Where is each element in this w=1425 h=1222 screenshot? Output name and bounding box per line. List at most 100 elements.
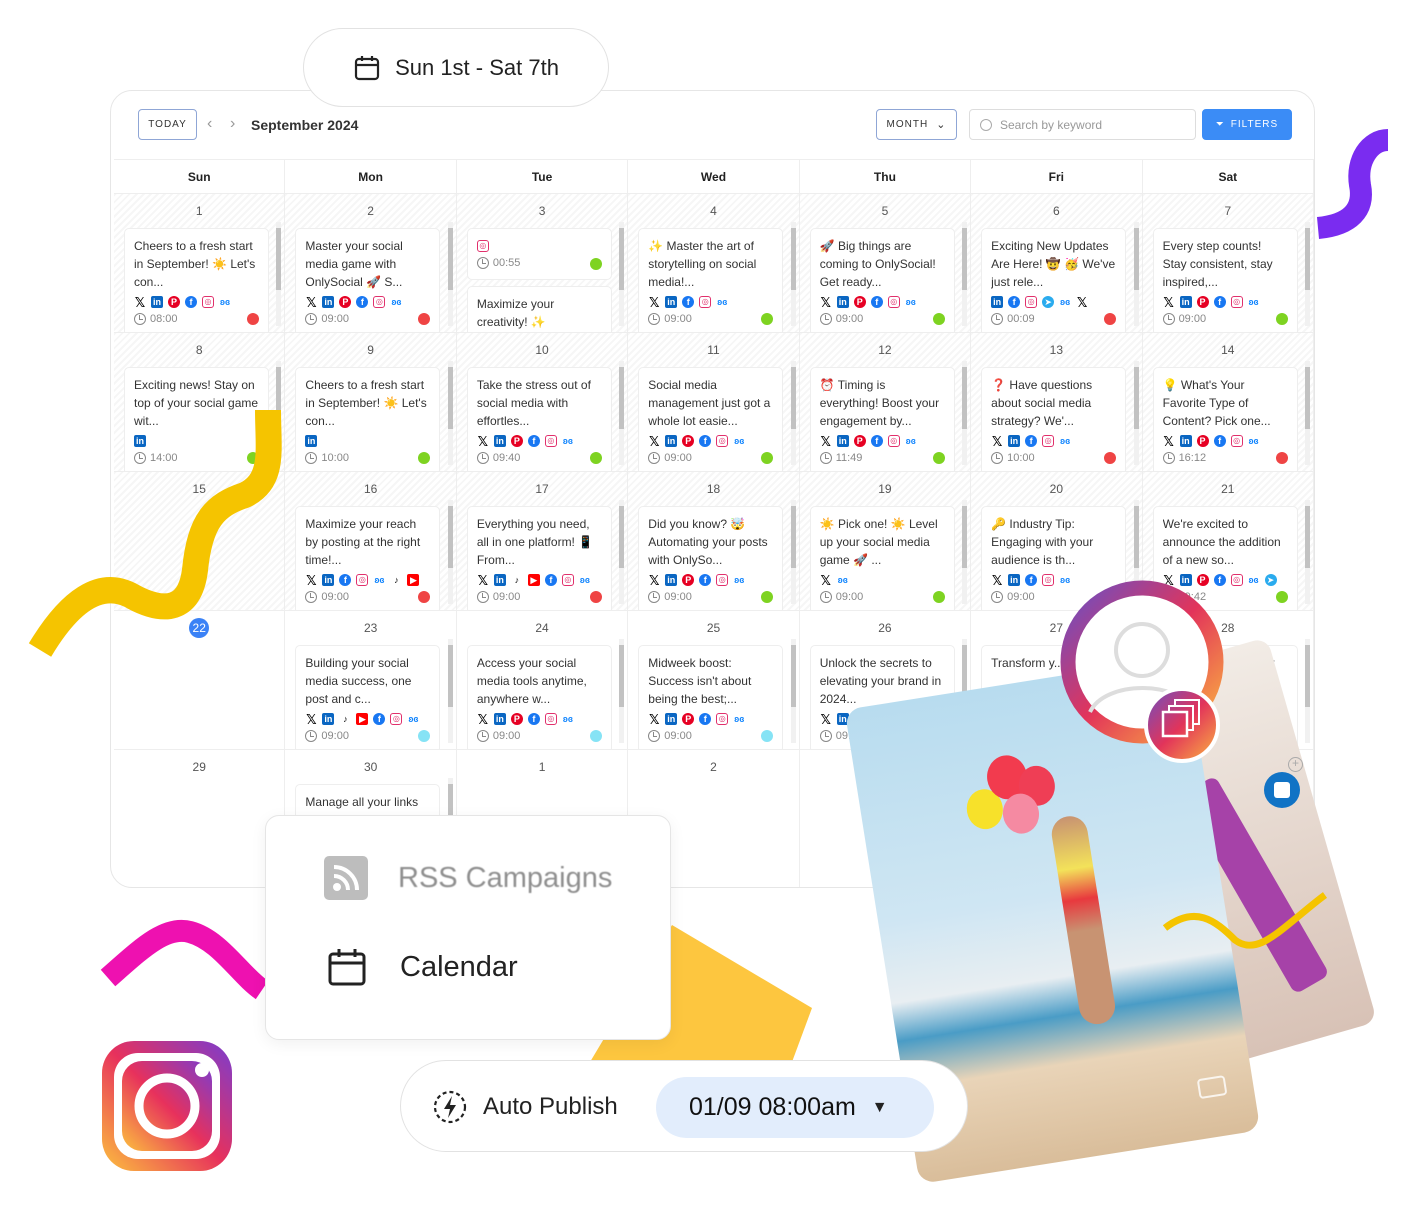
cell-scrollbar[interactable] <box>619 222 625 326</box>
x-icon: 𝕏 <box>820 294 831 310</box>
day-cell[interactable]: 12 ⏰ Timing is everything! Boost your eng… <box>799 333 972 472</box>
linkedin-icon: in <box>1179 574 1192 586</box>
day-cell[interactable]: 21 We're excited to announce the addition… <box>1142 472 1314 611</box>
youtube-icon: ▶ <box>527 574 540 586</box>
purple-squiggle <box>1316 129 1390 239</box>
day-cell[interactable]: 14 💡 What's Your Favorite Type of Content… <box>1142 333 1314 472</box>
post-card[interactable]: ☀️ Pick one! ☀️ Level up your social med… <box>809 506 955 610</box>
clock-icon <box>476 257 489 269</box>
cell-scrollbar[interactable] <box>1133 361 1139 465</box>
post-card[interactable]: Master your social media game with OnlyS… <box>295 228 441 332</box>
post-card[interactable]: Building your social media success, one … <box>295 645 441 749</box>
day-cell[interactable]: 1 Cheers to a fresh start in September! ☀… <box>114 194 286 333</box>
post-card[interactable]: Midweek boost: Success isn't about being… <box>638 645 784 749</box>
day-cell[interactable]: 29 <box>114 750 286 887</box>
cell-scrollbar[interactable] <box>447 361 453 465</box>
day-cell[interactable]: 9 Cheers to a fresh start in September! ☀… <box>285 333 457 472</box>
menu-item-calendar[interactable]: Calendar <box>328 948 518 986</box>
day-number: 22 <box>189 618 210 638</box>
view-select[interactable]: MONTH ⌄ <box>876 109 957 140</box>
day-cell[interactable]: 22 <box>114 611 286 750</box>
day-cell[interactable]: 25 Midweek boost: Success isn't about bei… <box>628 611 800 750</box>
telegram-icon: ➤ <box>1042 296 1055 308</box>
post-card[interactable]: ❓ Have questions about social media stra… <box>981 367 1127 471</box>
cell-scrollbar[interactable] <box>276 222 282 326</box>
cell-scrollbar[interactable] <box>276 361 282 465</box>
cell-scrollbar[interactable] <box>619 361 625 465</box>
post-card[interactable]: Everything you need, all in one platform… <box>466 506 612 610</box>
day-number: 2 <box>367 204 374 218</box>
cell-scrollbar[interactable] <box>790 639 796 743</box>
filters-button[interactable]: ⏷ FILTERS <box>1202 109 1292 140</box>
post-card[interactable]: Access your social media tools anytime, … <box>466 645 612 749</box>
post-card[interactable]: Exciting news! Stay on top of your socia… <box>124 367 269 471</box>
day-number: 23 <box>363 621 378 635</box>
day-cell[interactable]: 7 Every step counts! Stay consistent, sta… <box>1142 194 1314 333</box>
cell-scrollbar[interactable] <box>1133 222 1139 326</box>
cell-scrollbar[interactable] <box>619 500 625 604</box>
day-cell[interactable]: 16 Maximize your reach by posting at the … <box>285 472 457 611</box>
linkedin-icon: in <box>305 435 318 447</box>
menu-item-rss-campaigns[interactable]: RSS Campaigns <box>324 856 612 900</box>
day-cell[interactable]: 11 Social media management just got a who… <box>628 333 800 472</box>
post-card[interactable]: Every step counts! Stay consistent, stay… <box>1152 228 1298 332</box>
day-cell[interactable]: 2 Master your social media game with Only… <box>285 194 457 333</box>
today-button[interactable]: TODAY <box>138 109 197 140</box>
weekday-fri: Fri <box>971 160 1143 193</box>
cell-scrollbar[interactable] <box>1305 500 1310 604</box>
post-card[interactable]: ⏰ Timing is everything! Boost your engag… <box>809 367 955 471</box>
post-card[interactable]: Social media management just got a whole… <box>638 367 784 471</box>
search-input[interactable]: Search by keyword <box>969 109 1196 140</box>
chat-button[interactable] <box>1264 772 1300 808</box>
cell-scrollbar[interactable] <box>790 222 796 326</box>
day-cell[interactable]: 15 <box>114 472 286 611</box>
day-cell[interactable]: 13 ❓ Have questions about social media st… <box>971 333 1143 472</box>
post-card[interactable]: ◎ 00:55 <box>466 228 612 280</box>
post-card[interactable]: ✨ Master the art of storytelling on soci… <box>638 228 784 332</box>
prev-month-icon[interactable]: ‹ <box>207 115 212 133</box>
post-card[interactable]: Take the stress out of social media with… <box>466 367 612 471</box>
datetime-select[interactable]: 01/09 08:00am ▼ <box>656 1077 934 1138</box>
cell-scrollbar[interactable] <box>447 222 453 326</box>
day-cell[interactable]: 10 Take the stress out of social media wi… <box>456 333 629 472</box>
instagram-icon: ◎ <box>887 296 900 308</box>
cell-scrollbar[interactable] <box>447 500 453 604</box>
post-card[interactable]: Maximize your creativity! ✨ <box>466 286 612 332</box>
post-card[interactable]: We're excited to announce the addition o… <box>1152 506 1298 610</box>
cell-scrollbar[interactable] <box>790 500 796 604</box>
post-card[interactable]: Exciting New Updates Are Here! 🤠 🥳 We've… <box>981 228 1127 332</box>
cell-scrollbar[interactable] <box>1133 500 1139 604</box>
day-cell[interactable]: 8 Exciting news! Stay on top of your soci… <box>114 333 286 472</box>
day-cell[interactable]: 18 Did you know? 🤯 Automating your posts … <box>628 472 800 611</box>
day-cell[interactable]: 20 🔑 Industry Tip: Engaging with your aud… <box>971 472 1143 611</box>
post-card[interactable]: Maximize your reach by posting at the ri… <box>295 506 441 610</box>
post-card[interactable]: 🚀 Big things are coming to OnlySocial! G… <box>809 228 955 332</box>
cell-scrollbar[interactable] <box>962 500 968 604</box>
next-month-icon[interactable]: › <box>230 115 235 133</box>
post-card[interactable]: Cheers to a fresh start in September! ☀️… <box>295 367 441 471</box>
day-cell[interactable]: 24 Access your social media tools anytime… <box>456 611 629 750</box>
post-time: 09:00 <box>664 452 692 464</box>
cell-scrollbar[interactable] <box>962 361 968 465</box>
cell-scrollbar[interactable] <box>790 361 796 465</box>
add-post-icon[interactable]: + <box>1288 757 1303 772</box>
day-cell[interactable]: 19 ☀️ Pick one! ☀️ Level up your social m… <box>799 472 972 611</box>
day-cell[interactable]: 17 Everything you need, all in one platfo… <box>456 472 629 611</box>
date-range-pill[interactable]: Sun 1st - Sat 7th <box>303 28 609 107</box>
post-card[interactable]: Did you know? 🤯 Automating your posts wi… <box>638 506 784 610</box>
caret-down-icon: ▼ <box>871 1098 888 1116</box>
post-card[interactable]: Cheers to a fresh start in September! ☀️… <box>124 228 269 332</box>
day-cell[interactable]: 6 Exciting New Updates Are Here! 🤠 🥳 We'v… <box>971 194 1143 333</box>
day-cell[interactable]: 3 ◎ 00:55 Maximize your creativity! ✨ <box>456 194 629 333</box>
cell-scrollbar[interactable] <box>1305 639 1310 743</box>
day-cell[interactable]: 5 🚀 Big things are coming to OnlySocial! … <box>799 194 972 333</box>
day-cell[interactable]: 23 Building your social media success, on… <box>285 611 457 750</box>
post-card[interactable]: 🔑 Industry Tip: Engaging with your audie… <box>981 506 1127 610</box>
cell-scrollbar[interactable] <box>1305 222 1310 326</box>
post-card[interactable]: 💡 What's Your Favorite Type of Content? … <box>1152 367 1298 471</box>
cell-scrollbar[interactable] <box>1305 361 1310 465</box>
cell-scrollbar[interactable] <box>619 639 625 743</box>
cell-scrollbar[interactable] <box>447 639 453 743</box>
day-cell[interactable]: 4 ✨ Master the art of storytelling on soc… <box>628 194 800 333</box>
cell-scrollbar[interactable] <box>962 222 968 326</box>
